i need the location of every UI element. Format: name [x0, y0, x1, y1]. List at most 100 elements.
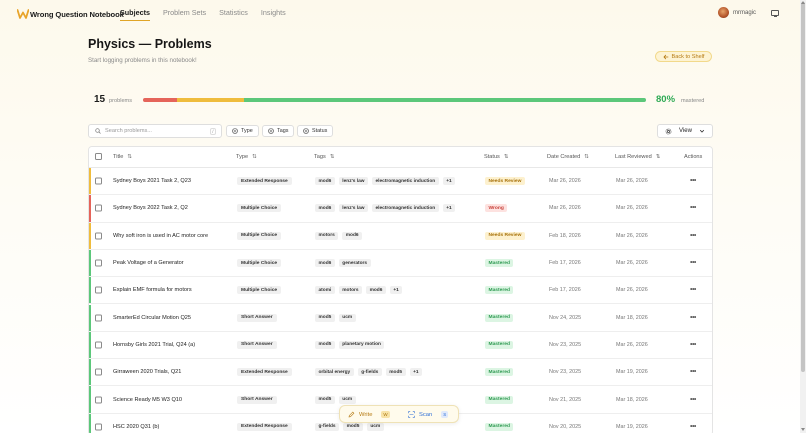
more-actions-icon[interactable]: •••	[690, 205, 696, 212]
filter-tags-button[interactable]: Tags	[262, 125, 295, 137]
nav-tab-insights[interactable]: Insights	[261, 6, 286, 21]
filter-type-button[interactable]: Type	[226, 125, 259, 137]
tag-chip[interactable]: atomi	[315, 286, 335, 295]
floating-action-bar: Write W Scan S	[339, 405, 459, 423]
tag-chip[interactable]: ucm	[366, 422, 384, 431]
problem-title[interactable]: Peak Voltage of a Generator	[113, 260, 184, 266]
tag-chip[interactable]: mod6	[315, 259, 335, 268]
problem-title[interactable]: Hornsby Girls 2021 Trial, Q24 (a)	[113, 342, 195, 348]
user-menu[interactable]: mrmagic	[718, 7, 756, 18]
tag-chip[interactable]: mod5	[315, 340, 335, 349]
row-checkbox[interactable]	[95, 368, 102, 376]
tag-chip[interactable]: mod6	[342, 231, 363, 240]
problem-title[interactable]: Girraween 2020 Trials, Q21	[113, 369, 181, 375]
tag-chip[interactable]: g-fields	[357, 368, 382, 377]
more-actions-icon[interactable]: •••	[690, 369, 696, 376]
monitor-icon[interactable]	[771, 10, 779, 17]
tag-list: mod5 planetary motion	[315, 340, 385, 349]
tag-chip[interactable]: +1	[389, 286, 403, 295]
view-options-button[interactable]: View	[657, 124, 713, 138]
row-checkbox[interactable]	[95, 396, 102, 404]
tag-chip[interactable]: motors	[338, 286, 363, 295]
back-to-shelf-button[interactable]: Back to Shelf	[655, 51, 712, 62]
more-actions-icon[interactable]: •••	[690, 423, 696, 430]
tag-chip[interactable]: motors	[315, 231, 339, 240]
tag-chip[interactable]: g-fields	[315, 422, 340, 431]
row-checkbox[interactable]	[95, 259, 102, 267]
table-row[interactable]: Girraween 2020 Trials, Q21 Extended Respo…	[89, 359, 712, 387]
column-header-status[interactable]: Status ⇅	[484, 154, 510, 160]
table-row[interactable]: SmarterEd Circular Motion Q25 Short Answe…	[89, 304, 712, 332]
write-button[interactable]: Write W	[348, 411, 390, 418]
more-actions-icon[interactable]: •••	[690, 396, 696, 403]
problem-title[interactable]: Explain EMF formula for motors	[113, 287, 192, 293]
column-header-type[interactable]: Type ⇅	[236, 154, 258, 160]
tag-chip[interactable]: lenz's law	[338, 177, 368, 186]
row-checkbox[interactable]	[95, 423, 102, 431]
scan-button[interactable]: Scan S	[408, 411, 449, 418]
tag-chip[interactable]: ucm	[338, 395, 356, 404]
column-header-title[interactable]: Title ⇅	[113, 154, 133, 160]
problem-title[interactable]: Why soft iron is used in AC motor core	[113, 233, 208, 239]
problem-title[interactable]: SmarterEd Circular Motion Q25	[113, 315, 191, 321]
problem-title[interactable]: Science Ready M5 W3 Q10	[113, 397, 182, 403]
tag-chip[interactable]: generators	[338, 259, 371, 268]
more-actions-icon[interactable]: •••	[690, 341, 696, 348]
filter-status-button[interactable]: Status	[297, 125, 334, 137]
table-row[interactable]: Sydney Boys 2022 Task 2, Q2 Multiple Choi…	[89, 195, 712, 223]
column-header-tags[interactable]: Tags ⇅	[314, 154, 336, 160]
table-row[interactable]: Hornsby Girls 2021 Trial, Q24 (a) Short A…	[89, 331, 712, 360]
sort-icon: ⇅	[655, 154, 661, 160]
tag-chip[interactable]: mod5	[315, 395, 335, 404]
tag-chip[interactable]: mod6	[315, 204, 335, 213]
nav-tab-statistics[interactable]: Statistics	[219, 6, 248, 21]
more-actions-icon[interactable]: •••	[690, 314, 696, 321]
nav-tab-subjects[interactable]: Subjects	[120, 6, 150, 21]
row-checkbox[interactable]	[95, 232, 102, 240]
tag-chip[interactable]: mod6	[366, 286, 386, 295]
row-checkbox[interactable]	[95, 341, 102, 349]
tag-chip[interactable]: mod6	[315, 177, 335, 186]
brand[interactable]: Wrong Question Notebook	[17, 8, 124, 20]
problem-title[interactable]: Sydney Boys 2021 Task 2, Q23	[113, 178, 191, 184]
tag-chip[interactable]: +1	[409, 368, 423, 377]
tag-chip[interactable]: mod5	[343, 422, 363, 431]
avatar[interactable]	[718, 7, 729, 18]
search-input[interactable]	[105, 128, 205, 134]
tag-chip[interactable]: electromagnetic induction	[372, 204, 439, 213]
table-row[interactable]: Peak Voltage of a Generator Multiple Choi…	[89, 249, 712, 278]
tag-chip[interactable]: planetary motion	[338, 340, 385, 349]
select-all-checkbox[interactable]	[95, 153, 102, 160]
row-checkbox[interactable]	[95, 286, 102, 294]
tag-chip[interactable]: electromagnetic induction	[372, 177, 439, 186]
scroll-up-arrow[interactable]	[801, 1, 805, 4]
problem-title[interactable]: HSC 2020 Q31 (b)	[113, 424, 159, 430]
table-row[interactable]: Sydney Boys 2021 Task 2, Q23 Extended Res…	[89, 168, 712, 196]
row-checkbox[interactable]	[95, 314, 102, 322]
status-badge: Mastered	[485, 340, 514, 349]
tag-chip[interactable]: mod5	[385, 368, 406, 377]
date-created: Nov 20, 2025	[549, 423, 582, 430]
scroll-down-arrow[interactable]	[801, 428, 805, 431]
column-header-date-created[interactable]: Date Created ⇅	[547, 154, 590, 160]
date-created: Feb 17, 2026	[549, 287, 581, 294]
tag-chip[interactable]: lenz's law	[338, 204, 368, 213]
tag-chip[interactable]: orbital energy	[315, 368, 354, 377]
more-actions-icon[interactable]: •••	[690, 232, 696, 239]
nav-tab-problem-sets[interactable]: Problem Sets	[163, 6, 206, 21]
scrollbar-thumb[interactable]	[801, 2, 805, 372]
more-actions-icon[interactable]: •••	[690, 260, 696, 267]
table-row[interactable]: Why soft iron is used in AC motor core Mu…	[89, 222, 712, 250]
tag-chip[interactable]: mod5	[315, 313, 335, 322]
username: mrmagic	[733, 9, 757, 16]
more-actions-icon[interactable]: •••	[690, 287, 696, 294]
tag-chip[interactable]: +1	[442, 204, 456, 213]
table-row[interactable]: Explain EMF formula for motors Multiple C…	[89, 277, 712, 305]
tag-chip[interactable]: +1	[442, 177, 456, 186]
problem-title[interactable]: Sydney Boys 2022 Task 2, Q2	[113, 205, 188, 211]
tag-chip[interactable]: ucm	[338, 313, 356, 322]
column-header-last-reviewed[interactable]: Last Reviewed ⇅	[615, 154, 662, 160]
row-checkbox[interactable]	[95, 177, 102, 185]
more-actions-icon[interactable]: •••	[690, 178, 696, 185]
row-checkbox[interactable]	[95, 204, 102, 212]
